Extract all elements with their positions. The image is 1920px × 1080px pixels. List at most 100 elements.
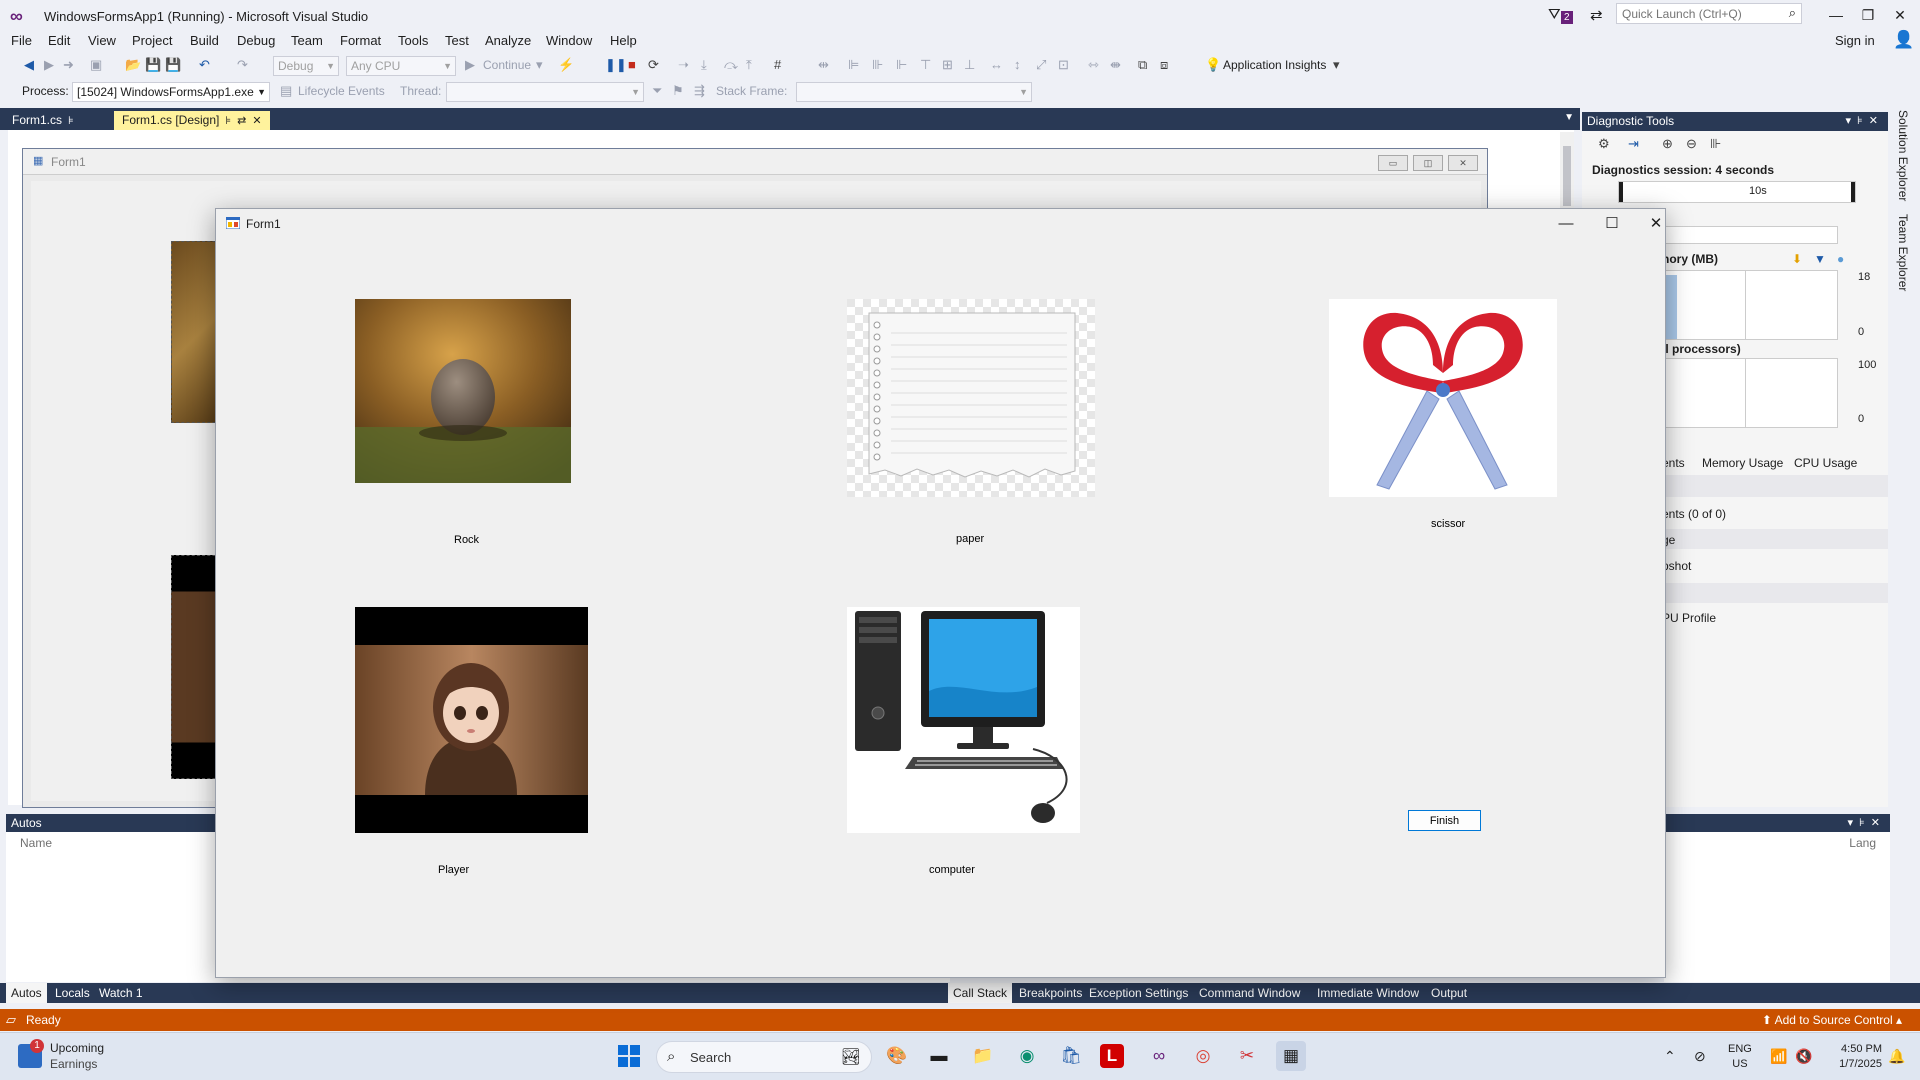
menu-build[interactable]: Build <box>190 33 219 48</box>
align-right-icon[interactable]: ⊩ <box>896 57 907 73</box>
filter-icon[interactable]: ⏷ <box>652 83 662 99</box>
close-tab-icon[interactable]: ✕ <box>252 115 261 127</box>
browser-link-icon[interactable]: ⚡ <box>558 57 574 73</box>
events-count[interactable]: ents (0 of 0) <box>1662 507 1726 521</box>
step-into-icon[interactable]: ⤓ <box>701 57 707 73</box>
edge-browser-icon[interactable]: ◉ <box>1012 1041 1042 1071</box>
thread-select[interactable]: ▼ <box>446 82 644 102</box>
visual-studio-taskbar-icon[interactable]: ∞ <box>1144 1041 1174 1071</box>
align-center-icon[interactable]: ⊪ <box>872 57 883 73</box>
computer-picturebox[interactable] <box>847 607 1080 833</box>
pin-icon[interactable]: ⊧ <box>68 115 74 127</box>
tab-form1-cs[interactable]: Form1.cs ⊧ <box>4 111 82 130</box>
menu-tools[interactable]: Tools <box>398 33 428 48</box>
size-to-grid-icon[interactable]: ⊡ <box>1058 57 1069 73</box>
autos-name-column-header[interactable]: Name <box>20 836 52 850</box>
spacing-icon[interactable]: ⇿ <box>1088 57 1099 73</box>
finish-button[interactable]: Finish <box>1408 810 1481 831</box>
pin-icon[interactable]: ⊧ <box>225 115 231 127</box>
tab-overflow-icon[interactable]: ▼ <box>1564 112 1574 123</box>
align-top-icon[interactable]: ⊤ <box>920 57 931 73</box>
forward-icon[interactable]: ➜ <box>63 57 74 73</box>
menu-window[interactable]: Window <box>546 33 592 48</box>
platform-select[interactable]: Any CPU ▼ <box>346 56 456 76</box>
step-out-icon[interactable]: ⤒ <box>746 57 752 73</box>
minimize-button[interactable]: — <box>1822 4 1850 26</box>
bring-to-front-icon[interactable]: ⧉ <box>1138 57 1147 73</box>
network-off-icon[interactable]: ⊘ <box>1694 1048 1706 1065</box>
reset-view-icon[interactable]: ⊪ <box>1710 136 1721 152</box>
volume-muted-icon[interactable]: 🔇 <box>1795 1048 1812 1065</box>
make-same-height-icon[interactable]: ↕ <box>1014 57 1021 73</box>
menu-view[interactable]: View <box>88 33 116 48</box>
menu-format[interactable]: Format <box>340 33 381 48</box>
align-left-icon[interactable]: ⊫ <box>848 57 859 73</box>
continue-dropdown-icon[interactable]: ▾ <box>536 57 543 73</box>
show-threads-icon[interactable]: ⇶ <box>694 83 705 99</box>
snipping-tool-icon[interactable]: ✂ <box>1232 1041 1262 1071</box>
form1-title-bar[interactable]: Form1 — ☐ ✕ <box>216 209 1665 239</box>
tab-immediate-window[interactable]: Immediate Window <box>1312 983 1425 1003</box>
menu-project[interactable]: Project <box>132 33 172 48</box>
tab-breakpoints[interactable]: Breakpoints <box>1014 983 1088 1003</box>
tab-command-window[interactable]: Command Window <box>1194 983 1306 1003</box>
tab-form1-design[interactable]: Form1.cs [Design] ⊧ ⇄ ✕ <box>114 111 270 130</box>
call-stack-header[interactable]: ▾⊧✕ <box>1664 814 1890 832</box>
step-over-icon[interactable]: ⤼ <box>724 57 738 73</box>
chrome-icon[interactable]: ◎ <box>1188 1041 1218 1071</box>
wifi-icon[interactable]: 📶 <box>1770 1048 1787 1065</box>
tab-memory-usage[interactable]: Memory Usage <box>1702 456 1783 470</box>
form1-maximize-button[interactable]: ☐ <box>1590 211 1634 237</box>
close-button[interactable]: ✕ <box>1886 4 1914 26</box>
application-insights-button[interactable]: Application Insights <box>1223 58 1326 72</box>
copilot-app-icon[interactable]: 🎨 <box>882 1041 912 1071</box>
tab-solution-explorer[interactable]: Solution Explorer <box>1896 110 1910 201</box>
make-same-size-icon[interactable]: ⤢ <box>1036 57 1046 73</box>
account-icon[interactable]: 👤 <box>1893 30 1914 50</box>
diagnostics-timeline[interactable]: 10s <box>1618 181 1856 203</box>
tab-locals[interactable]: Locals <box>50 983 95 1003</box>
application-insights-dropdown-icon[interactable]: ▾ <box>1333 57 1340 73</box>
restart-icon[interactable]: ⟳ <box>648 57 659 73</box>
menu-help[interactable]: Help <box>610 33 637 48</box>
sign-in-link[interactable]: Sign in <box>1835 33 1875 48</box>
align-bottom-icon[interactable]: ⊥ <box>964 57 975 73</box>
task-view-icon[interactable]: ▬ <box>924 1041 954 1071</box>
notifications[interactable]: ⛛ 2 <box>1548 6 1578 24</box>
cpu-chart[interactable] <box>1662 358 1838 428</box>
continue-icon[interactable]: ▶ <box>465 57 475 73</box>
process-select[interactable]: [15024] WindowsFormsApp1.exe ▼ <box>72 82 270 102</box>
form1-minimize-button[interactable]: — <box>1544 211 1588 237</box>
menu-file[interactable]: File <box>11 33 32 48</box>
form1-close-button[interactable]: ✕ <box>1634 211 1678 237</box>
notification-bell-icon[interactable]: 🔔 <box>1888 1048 1905 1065</box>
settings-gear-icon[interactable]: ⚙ <box>1598 136 1610 152</box>
quick-launch-input[interactable] <box>1617 4 1777 23</box>
memory-chart[interactable] <box>1662 270 1838 340</box>
add-to-source-control-button[interactable]: ⬆ Add to Source Control ▴ <box>1762 1013 1902 1027</box>
record-cpu-profile-link[interactable]: PU Profile <box>1662 611 1716 625</box>
l-app-icon[interactable]: L <box>1100 1044 1124 1068</box>
undo-icon[interactable]: ↶ <box>199 57 210 73</box>
show-next-statement-icon[interactable]: ➝ <box>678 57 689 73</box>
align-middle-icon[interactable]: ⊞ <box>942 57 953 73</box>
lifecycle-events-button[interactable]: Lifecycle Events <box>298 84 385 98</box>
menu-debug[interactable]: Debug <box>237 33 275 48</box>
microsoft-store-icon[interactable]: 🛍 <box>1056 1041 1086 1071</box>
scissor-picturebox[interactable] <box>1329 299 1557 497</box>
tab-autos[interactable]: Autos <box>6 983 47 1003</box>
menu-edit[interactable]: Edit <box>48 33 70 48</box>
system-clock[interactable]: 4:50 PM 1/7/2025 <box>1826 1042 1882 1072</box>
zoom-in-icon[interactable]: ⊕ <box>1662 136 1673 152</box>
restore-button[interactable]: ❐ <box>1854 4 1882 26</box>
make-same-width-icon[interactable]: ↔ <box>990 57 1003 73</box>
show-hidden-icons-chevron-icon[interactable]: ⌃ <box>1664 1048 1676 1065</box>
continue-button[interactable]: Continue <box>483 58 531 72</box>
tab-cpu-usage[interactable]: CPU Usage <box>1794 456 1857 470</box>
menu-test[interactable]: Test <box>445 33 469 48</box>
quick-launch-box[interactable]: ⌕ <box>1616 3 1802 24</box>
menu-team[interactable]: Team <box>291 33 323 48</box>
player-picturebox[interactable] <box>355 607 588 833</box>
navigate-back-icon[interactable]: ◀ <box>24 57 34 73</box>
keep-open-icon[interactable]: ⇄ <box>237 115 246 127</box>
